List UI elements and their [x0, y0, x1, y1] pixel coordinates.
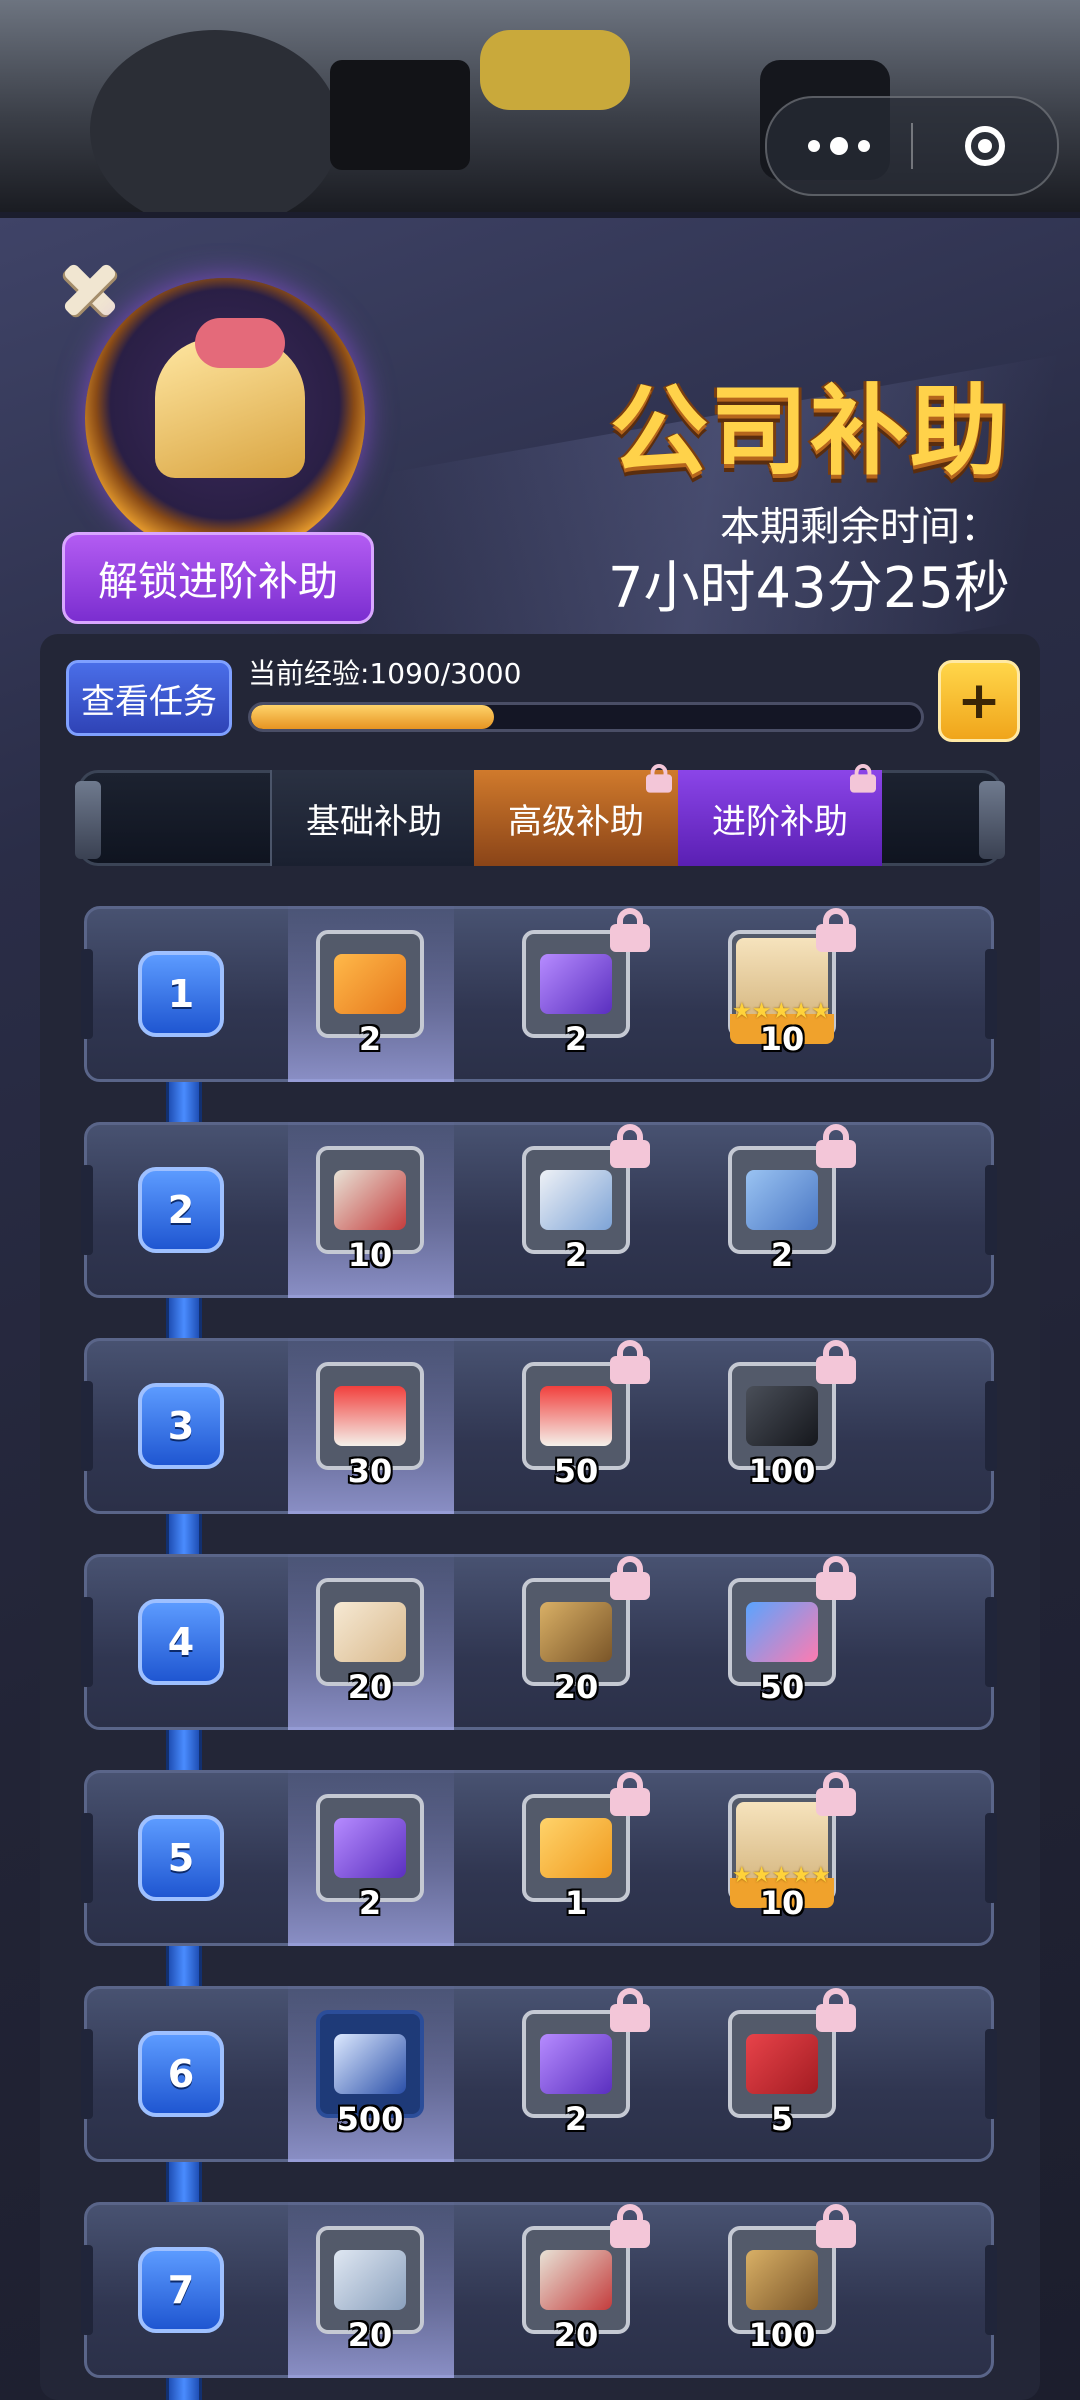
miniprogram-close-button[interactable]: [913, 98, 1057, 194]
thumbs-up-icon: [334, 2034, 406, 2094]
purple-card-icon: [334, 1818, 406, 1878]
level-badge: 5: [138, 1815, 224, 1901]
heart-book-icon: [746, 1602, 818, 1662]
reward-quantity: 20: [553, 2316, 599, 2354]
reward-quantity: 2: [358, 1884, 382, 1922]
reward-quantity: 50: [759, 1668, 805, 1706]
page-title: 公司补助: [610, 375, 1011, 489]
gift-box-icon: [334, 1386, 406, 1446]
script-book-icon: [334, 1170, 406, 1230]
lock-icon: [816, 1556, 856, 1600]
reward-quantity: 20: [553, 1668, 599, 1706]
scene-shape: [330, 60, 470, 170]
level-badge: 3: [138, 1383, 224, 1469]
reward-quantity: 10: [759, 1020, 805, 1058]
lock-icon: [816, 1772, 856, 1816]
lock-icon: [850, 764, 876, 793]
reward-quantity: 10: [759, 1884, 805, 1922]
tab-basic-subsidy[interactable]: 基础补助: [270, 770, 476, 866]
reward-quantity: 50: [553, 1452, 599, 1490]
lock-icon: [610, 1124, 650, 1168]
script-book-icon: [540, 2250, 612, 2310]
reward-quantity: 100: [748, 2316, 816, 2354]
tab-bar-end-cap: [979, 781, 1005, 859]
lock-icon: [816, 1988, 856, 2032]
red-envelope-icon: [746, 2034, 818, 2094]
reward-quantity: 20: [347, 1668, 393, 1706]
lock-icon: [610, 908, 650, 952]
level-badge: 7: [138, 2247, 224, 2333]
experience-label: 当前经验:1090/3000: [248, 657, 522, 690]
poster-card-icon: [746, 2250, 818, 2310]
remaining-time-value: 7小时43分25秒: [607, 556, 1010, 621]
id-card-icon: [540, 1170, 612, 1230]
unlock-advanced-button[interactable]: 解锁进阶补助: [62, 532, 374, 624]
tab-advanced-subsidy[interactable]: 进阶补助: [678, 764, 882, 866]
close-icon[interactable]: [58, 258, 122, 322]
level-badge: 4: [138, 1599, 224, 1685]
lock-icon: [816, 1340, 856, 1384]
lock-icon: [610, 1772, 650, 1816]
gold-card-icon: [540, 1818, 612, 1878]
reward-quantity: 2: [564, 1236, 588, 1274]
lock-icon: [816, 908, 856, 952]
orange-ticket-icon: [334, 954, 406, 1014]
work-permit-scroll-icon: [334, 1602, 406, 1662]
reward-quantity: 5: [770, 2100, 794, 2138]
level-badge: 6: [138, 2031, 224, 2117]
view-tasks-button[interactable]: 查看任务: [66, 660, 232, 736]
target-circle-icon: [965, 126, 1005, 166]
lock-icon: [646, 764, 672, 793]
poster-card-icon: [540, 1602, 612, 1662]
reward-quantity: 30: [347, 1452, 393, 1490]
level-badge: 1: [138, 951, 224, 1037]
scene-shape: [480, 30, 630, 110]
group-photo-card-icon: [746, 1170, 818, 1230]
lock-icon: [816, 1124, 856, 1168]
tab-senior-subsidy[interactable]: 高级补助: [474, 764, 678, 866]
bell-medal-icon: [85, 278, 365, 558]
tab-bar-end-cap: [75, 781, 101, 859]
purple-card-icon: [540, 2034, 612, 2094]
lock-icon: [610, 1988, 650, 2032]
tab-label: 高级补助: [508, 801, 644, 842]
scene-shape: [90, 30, 340, 212]
ribbon-bow-shape: [195, 318, 285, 368]
blueprint-icon: [334, 2250, 406, 2310]
lock-icon: [610, 2204, 650, 2248]
lock-icon: [816, 2204, 856, 2248]
add-experience-button[interactable]: +: [938, 660, 1020, 742]
miniprogram-capsule: [765, 96, 1059, 196]
clapperboard-icon: [746, 1386, 818, 1446]
experience-progress-bar: [248, 702, 924, 732]
reward-quantity: 1: [564, 1884, 588, 1922]
lock-icon: [610, 1340, 650, 1384]
reward-quantity: 20: [347, 2316, 393, 2354]
reward-quantity: 10: [347, 1236, 393, 1274]
reward-quantity: 100: [748, 1452, 816, 1490]
reward-quantity: 500: [336, 2100, 404, 2138]
reward-quantity: 2: [564, 1020, 588, 1058]
lock-icon: [610, 1556, 650, 1600]
more-menu-button[interactable]: [767, 98, 911, 194]
tab-label: 基础补助: [306, 801, 442, 842]
purple-card-icon: [540, 954, 612, 1014]
gift-box-blue-stars-icon: [540, 1386, 612, 1446]
reward-quantity: 2: [358, 1020, 382, 1058]
reward-quantity: 2: [770, 1236, 794, 1274]
level-badge: 2: [138, 1167, 224, 1253]
tab-label: 进阶补助: [712, 801, 848, 842]
experience-progress-fill: [251, 705, 495, 729]
reward-quantity: 2: [564, 2100, 588, 2138]
